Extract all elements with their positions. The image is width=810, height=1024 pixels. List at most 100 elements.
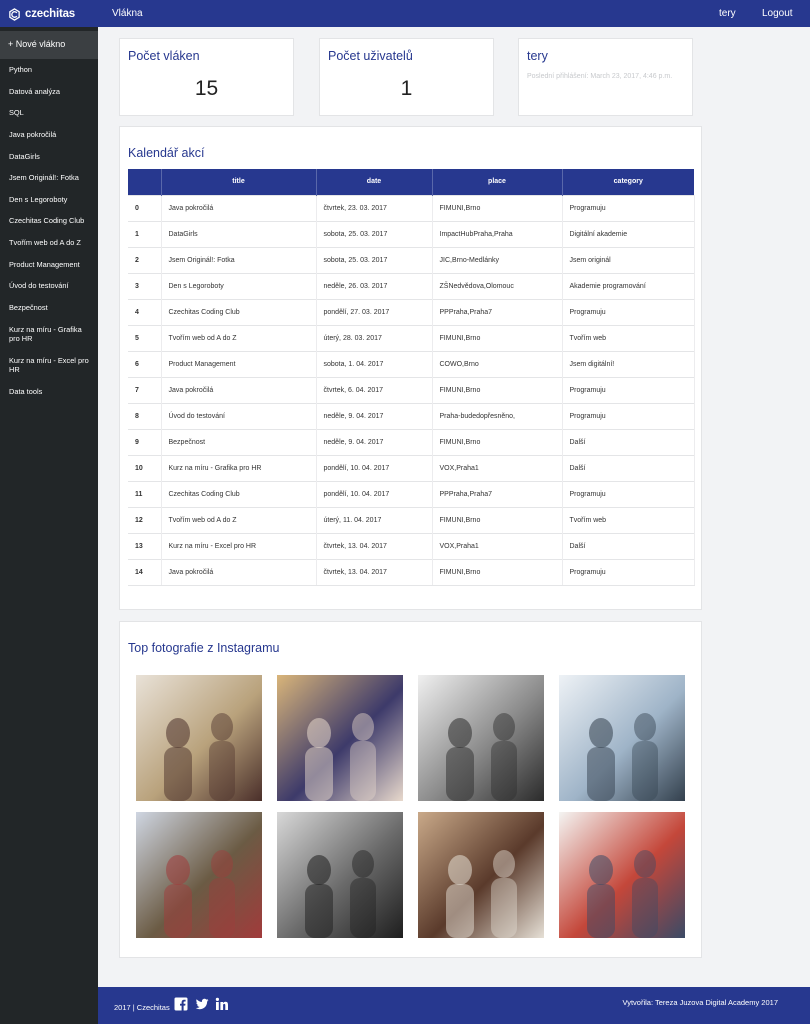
table-row[interactable]: 11 Czechitas Coding Club pondělí, 10. 04. … <box>128 480 695 507</box>
event-category: Tvořím web <box>562 324 695 351</box>
instagram-photo-parliament-hall[interactable] <box>136 812 262 938</box>
event-index: 13 <box>128 532 162 559</box>
sidebar-thread-item[interactable]: Jsem Originál!: Fotka <box>0 167 98 189</box>
footer: 2017 | Czechitas Vytvořila: Tereza Juzov… <box>98 987 810 1024</box>
event-place: FIMUNI,Brno <box>432 376 563 403</box>
sidebar: + Nové vlákno Python Datová analýza SQL Jav… <box>0 27 98 1024</box>
nav-user-link[interactable]: tery <box>719 8 736 19</box>
table-row[interactable]: 1 DataGirls sobota, 25. 03. 2017 ImpactHubP… <box>128 220 695 247</box>
instagram-photo-gallery-bw[interactable] <box>277 812 403 938</box>
event-category: Tvořím web <box>562 506 695 533</box>
event-place: JIC,Brno-Medlánky <box>432 246 563 273</box>
event-title: Tvořím web od A do Z <box>161 506 317 533</box>
event-place: FIMUNI,Brno <box>432 506 563 533</box>
event-index: 6 <box>128 350 162 377</box>
calendar-title: Kalendář akcí <box>128 146 205 160</box>
event-index: 8 <box>128 402 162 429</box>
event-index: 12 <box>128 506 162 533</box>
sidebar-thread-item[interactable]: Tvořím web od A do Z <box>0 232 98 254</box>
table-row[interactable]: 0 Java pokročilá čtvrtek, 23. 03. 2017 FIMU… <box>128 194 695 221</box>
event-category: Programuju <box>562 558 695 586</box>
event-place: VOX,Praha1 <box>432 532 563 559</box>
facebook-icon[interactable] <box>174 997 188 1011</box>
linkedin-icon[interactable] <box>215 997 229 1011</box>
event-date: neděle, 26. 03. 2017 <box>316 272 433 299</box>
event-category: Digitální akademie <box>562 220 695 247</box>
sidebar-thread-item[interactable]: Kurz na míru - Excel pro HR <box>0 350 98 381</box>
sidebar-thread-item[interactable]: Python <box>0 59 98 81</box>
instagram-photo-conference-room-bw[interactable] <box>418 675 544 801</box>
event-title: Czechitas Coding Club <box>161 480 317 507</box>
instagram-photo-science-park-screen[interactable] <box>559 675 685 801</box>
event-category: Další <box>562 532 695 559</box>
events-table-body: 0 Java pokročilá čtvrtek, 23. 03. 2017 FIMU… <box>128 194 695 586</box>
table-row[interactable]: 13 Kurz na míru - Excel pro HR čtvrtek, 13… <box>128 532 695 559</box>
event-title: Bezpečnost <box>161 428 317 455</box>
event-title: Product Management <box>161 350 317 377</box>
sidebar-thread-item[interactable]: Úvod do testování <box>0 275 98 297</box>
instagram-photo-group-portrait[interactable] <box>136 675 262 801</box>
sidebar-thread-item[interactable]: Den s Legoroboty <box>0 189 98 211</box>
event-title: Czechitas Coding Club <box>161 298 317 325</box>
sidebar-thread-item[interactable]: Kurz na míru - Grafika pro HR <box>0 319 98 350</box>
sidebar-thread-item[interactable]: Data tools <box>0 381 98 403</box>
event-date: čtvrtek, 13. 04. 2017 <box>316 532 433 559</box>
column-header-place[interactable]: place <box>432 169 563 195</box>
event-title: Java pokročilá <box>161 558 317 586</box>
table-row[interactable]: 6 Product Management sobota, 1. 04. 2017 CO… <box>128 350 695 377</box>
event-date: neděle, 9. 04. 2017 <box>316 428 433 455</box>
threads-count-value: 15 <box>194 77 219 100</box>
table-row[interactable]: 5 Tvořím web od A do Zúterý, 28. 03. 2017… <box>128 324 695 351</box>
event-date: sobota, 25. 03. 2017 <box>316 246 433 273</box>
table-row[interactable]: 3 Den s Legoroboty neděle, 26. 03. 2017 ZŠN… <box>128 272 695 299</box>
instagram-photo-woman-with-baby[interactable] <box>277 675 403 801</box>
logout-link[interactable]: Logout <box>762 8 793 19</box>
event-date: pondělí, 10. 04. 2017 <box>316 480 433 507</box>
event-date: sobota, 25. 03. 2017 <box>316 220 433 247</box>
threads-count-label: Počet vláken <box>128 49 200 63</box>
column-header-title[interactable]: title <box>161 169 317 195</box>
column-header-index[interactable] <box>128 169 162 195</box>
table-row[interactable]: 8 Úvod do testování neděle, 9. 04. 2017 Pra… <box>128 402 695 429</box>
event-date: pondělí, 27. 03. 2017 <box>316 298 433 325</box>
column-header-date[interactable]: date <box>316 169 433 195</box>
event-category: Další <box>562 454 695 481</box>
brand-logo[interactable]: czechitas <box>8 5 98 23</box>
event-title: DataGirls <box>161 220 317 247</box>
sidebar-thread-item[interactable]: SQL <box>0 102 98 124</box>
instagram-title: Top fotografie z Instagramu <box>128 641 280 655</box>
sidebar-thread-list: Python Datová analýza SQL Java pokročilá Dat… <box>0 59 98 403</box>
event-place: PPPraha,Praha7 <box>432 480 563 507</box>
event-date: neděle, 9. 04. 2017 <box>316 402 433 429</box>
table-row[interactable]: 14 Java pokročilá čtvrtek, 13. 04. 2017 FIM… <box>128 558 695 586</box>
calendar-panel: Kalendář akcí title date place category … <box>119 126 702 610</box>
current-user-name: tery <box>527 49 548 63</box>
sidebar-thread-item[interactable]: Java pokročilá <box>0 124 98 146</box>
event-place: VOX,Praha1 <box>432 454 563 481</box>
event-title: Java pokročilá <box>161 194 317 221</box>
sidebar-thread-item[interactable]: DataGirls <box>0 146 98 168</box>
sidebar-thread-item[interactable]: Czechitas Coding Club <box>0 210 98 232</box>
new-thread-button[interactable]: + Nové vlákno <box>0 31 98 59</box>
instagram-photo-sponsor-wall[interactable] <box>559 812 685 938</box>
event-place: PPPraha,Praha7 <box>432 298 563 325</box>
table-row[interactable]: 7 Java pokročilá čtvrtek, 6. 04. 2017 FIMUN… <box>128 376 695 403</box>
sidebar-thread-item[interactable]: Bezpečnost <box>0 297 98 319</box>
instagram-photo-selfie-group[interactable] <box>418 812 544 938</box>
table-row[interactable]: 9 Bezpečnost neděle, 9. 04. 2017 FIMUNI,Brn… <box>128 428 695 455</box>
footer-credits: Vytvořila: Tereza Juzova Digital Academy… <box>622 998 779 1007</box>
event-date: čtvrtek, 6. 04. 2017 <box>316 376 433 403</box>
table-row[interactable]: 12 Tvořím web od A do Zúterý, 11. 04. 201… <box>128 506 695 533</box>
twitter-icon[interactable] <box>195 997 209 1011</box>
table-row[interactable]: 2 Jsem Originál!: Fotka sobota, 25. 03. 20… <box>128 246 695 273</box>
event-place: COWO,Brno <box>432 350 563 377</box>
sidebar-thread-item[interactable]: Datová analýza <box>0 81 98 103</box>
column-header-category[interactable]: category <box>562 169 694 195</box>
event-date: sobota, 1. 04. 2017 <box>316 350 433 377</box>
table-row[interactable]: 10 Kurz na míru - Grafika pro HR pondělí, … <box>128 454 695 481</box>
czechitas-logo-icon <box>9 7 20 21</box>
sidebar-thread-item[interactable]: Product Management <box>0 254 98 276</box>
event-index: 5 <box>128 324 162 351</box>
table-row[interactable]: 4 Czechitas Coding Club pondělí, 27. 03. 2… <box>128 298 695 325</box>
nav-threads-link[interactable]: Vlákna <box>112 8 143 19</box>
